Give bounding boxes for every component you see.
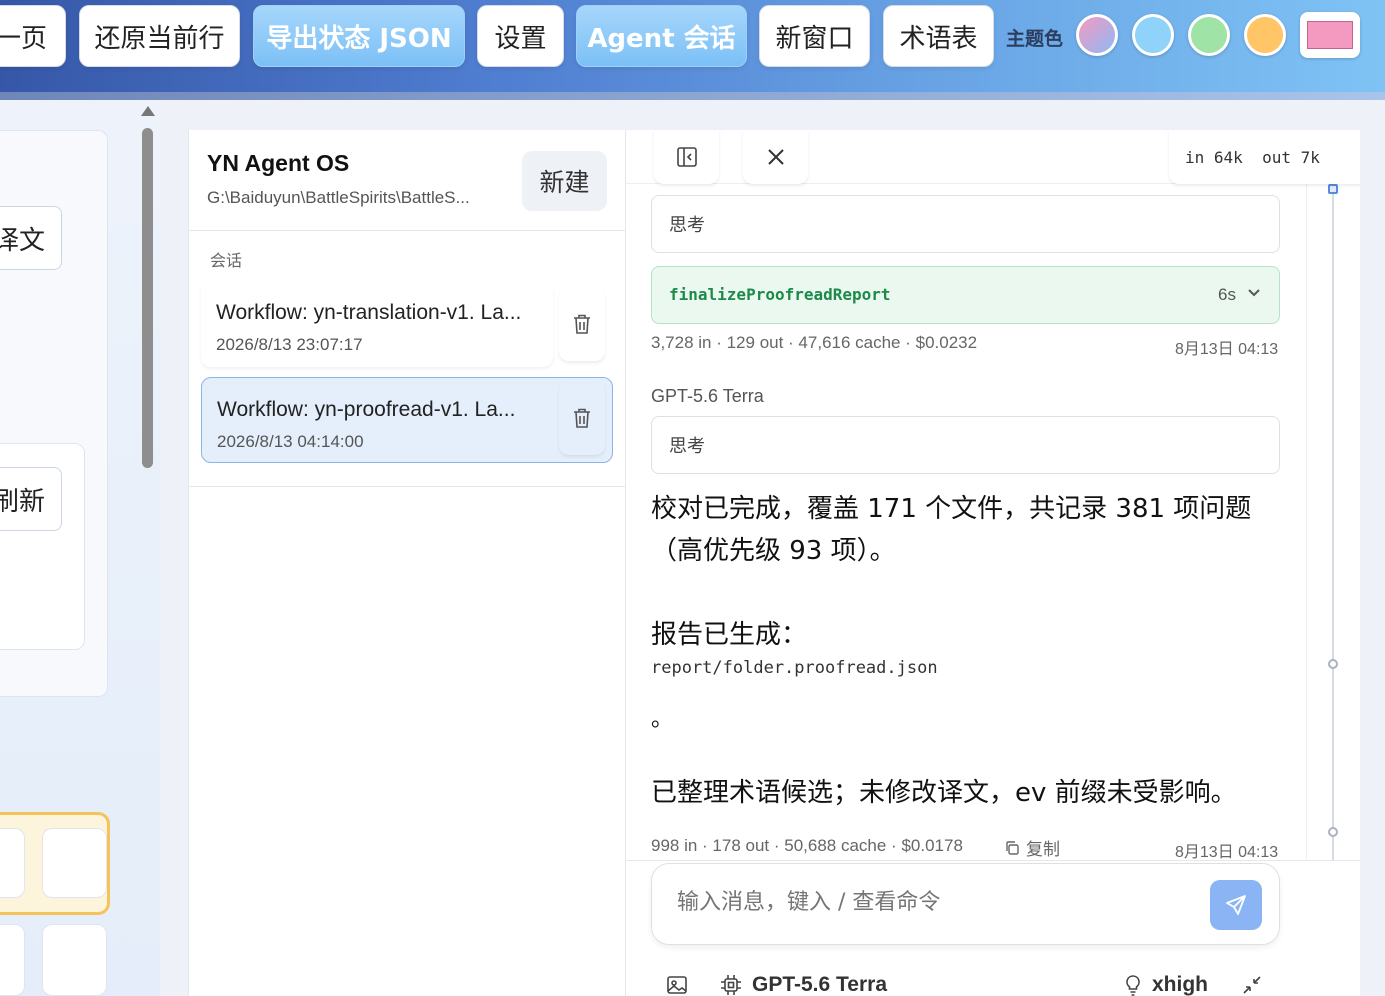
minimize-icon <box>1243 976 1261 994</box>
session-title: Workflow: yn-translation-v1. La... <box>216 301 522 324</box>
chevron-down-icon <box>1248 289 1260 297</box>
agent-session-button[interactable]: Agent 会话 <box>576 5 747 67</box>
token-usage: in 64k out 7k <box>1169 130 1361 184</box>
divider <box>626 860 1361 861</box>
new-window-button[interactable]: 新窗口 <box>759 5 870 67</box>
message-composer <box>651 863 1280 945</box>
lightbulb-icon <box>1126 975 1140 996</box>
sidebar-collapse-icon <box>676 147 697 167</box>
trash-icon <box>574 408 590 428</box>
send-icon <box>1226 895 1246 915</box>
thinking-block[interactable]: 思考 <box>651 195 1280 253</box>
image-icon <box>667 976 687 994</box>
prev-page-button[interactable]: 一页 <box>0 5 66 67</box>
timeline-marker[interactable] <box>1328 659 1338 669</box>
row-cell[interactable] <box>0 828 25 898</box>
copy-label: 复制 <box>1026 840 1060 859</box>
theme-swatch-orange[interactable] <box>1244 14 1286 56</box>
close-icon <box>767 149 784 165</box>
sessions-panel: YN Agent OS G:\Baiduyun\BattleSpirits\Ba… <box>188 130 626 996</box>
row-cell[interactable] <box>0 924 25 996</box>
collapse-sidebar-button[interactable] <box>654 130 719 184</box>
model-selector[interactable]: GPT-5.6 Terra <box>720 970 887 996</box>
export-json-button[interactable]: 导出状态 JSON <box>253 5 465 67</box>
scrollbar-thumb[interactable] <box>142 128 153 468</box>
session-item-active[interactable]: Workflow: yn-proofread-v1. La... 2026/8/… <box>201 377 613 463</box>
divider <box>189 486 626 487</box>
delete-session-button[interactable] <box>559 381 605 455</box>
chip-icon <box>721 975 741 995</box>
message-time: 8月13日 04:13 <box>1175 844 1279 861</box>
tool-name: finalizeProofreadReport <box>669 285 891 304</box>
translation-button[interactable]: 译文 <box>0 206 62 270</box>
tool-duration: 6s <box>1218 285 1236 304</box>
timeline-track <box>1332 184 1334 860</box>
pink-color-chip <box>1307 21 1353 49</box>
reasoning-level: xhigh <box>1152 973 1208 996</box>
reasoning-selector[interactable]: xhigh <box>1124 970 1208 996</box>
session-date: 2026/8/13 04:14:00 <box>217 432 364 451</box>
tool-call-block[interactable]: finalizeProofreadReport 6s <box>651 266 1280 324</box>
refresh-button[interactable]: 刷新 <box>0 467 62 531</box>
workspace-path: G:\Baiduyun\BattleSpirits\BattleS... <box>207 188 470 207</box>
message-time: 8月13日 04:13 <box>1175 341 1279 358</box>
theme-swatch-purple[interactable] <box>1076 14 1118 56</box>
thinking-block[interactable]: 思考 <box>651 416 1280 474</box>
scroll-up-arrow[interactable] <box>141 106 155 116</box>
sessions-section-label: 会话 <box>210 251 243 270</box>
toolbar-edge <box>0 92 1385 100</box>
model-name: GPT-5.6 Terra <box>752 973 888 996</box>
timeline-marker[interactable] <box>1328 827 1338 837</box>
assistant-message-text: 报告已生成： <box>651 620 808 650</box>
close-button[interactable] <box>743 130 808 184</box>
report-path: report/folder.proofread.json <box>651 658 938 678</box>
collapse-input-button[interactable] <box>1242 970 1262 996</box>
row-cell[interactable] <box>42 828 107 898</box>
workspace-title: YN Agent OS <box>207 150 350 176</box>
theme-swatch-green[interactable] <box>1188 14 1230 56</box>
assistant-message-text: 已整理术语候选；未修改译文，ev 前缀未受影响。 <box>651 778 1237 808</box>
theme-swatch-pink[interactable] <box>1300 12 1360 58</box>
session-date: 2026/8/13 23:07:17 <box>216 335 363 354</box>
theme-label: 主题色 <box>1006 28 1064 50</box>
theme-swatch-blue[interactable] <box>1132 14 1174 56</box>
delete-session-button[interactable] <box>559 287 605 361</box>
session-title: Workflow: yn-proofread-v1. La... <box>217 398 516 421</box>
copy-button[interactable]: 复制 <box>1004 835 1060 860</box>
timeline-marker[interactable] <box>1328 184 1338 194</box>
window-edge <box>1360 100 1385 996</box>
chat-panel: in 64k out 7k 思考 finalizeProofreadReport… <box>625 130 1361 996</box>
message-input[interactable] <box>677 890 1197 915</box>
assistant-message-text: 。 <box>651 706 674 731</box>
glossary-button[interactable]: 术语表 <box>883 5 994 67</box>
assistant-model-label: GPT-5.6 Terra <box>651 386 764 406</box>
copy-icon <box>1006 840 1019 855</box>
session-item[interactable]: Workflow: yn-translation-v1. La... 2026/… <box>201 281 553 367</box>
trash-icon <box>574 314 590 334</box>
message-usage: 3,728 in · 129 out · 47,616 cache · $0.0… <box>651 333 978 352</box>
attach-image-button[interactable] <box>666 970 688 996</box>
settings-button[interactable]: 设置 <box>477 5 564 67</box>
send-button[interactable] <box>1210 880 1262 930</box>
divider <box>189 230 626 231</box>
row-cell[interactable] <box>42 924 107 996</box>
new-session-button[interactable]: 新建 <box>522 151 607 211</box>
restore-row-button[interactable]: 还原当前行 <box>79 5 240 67</box>
message-usage: 998 in · 178 out · 50,688 cache · $0.017… <box>651 836 963 855</box>
assistant-message-text: 校对已完成，覆盖 171 个文件，共记录 381 项问题（高优先级 93 项）。 <box>651 494 1252 566</box>
